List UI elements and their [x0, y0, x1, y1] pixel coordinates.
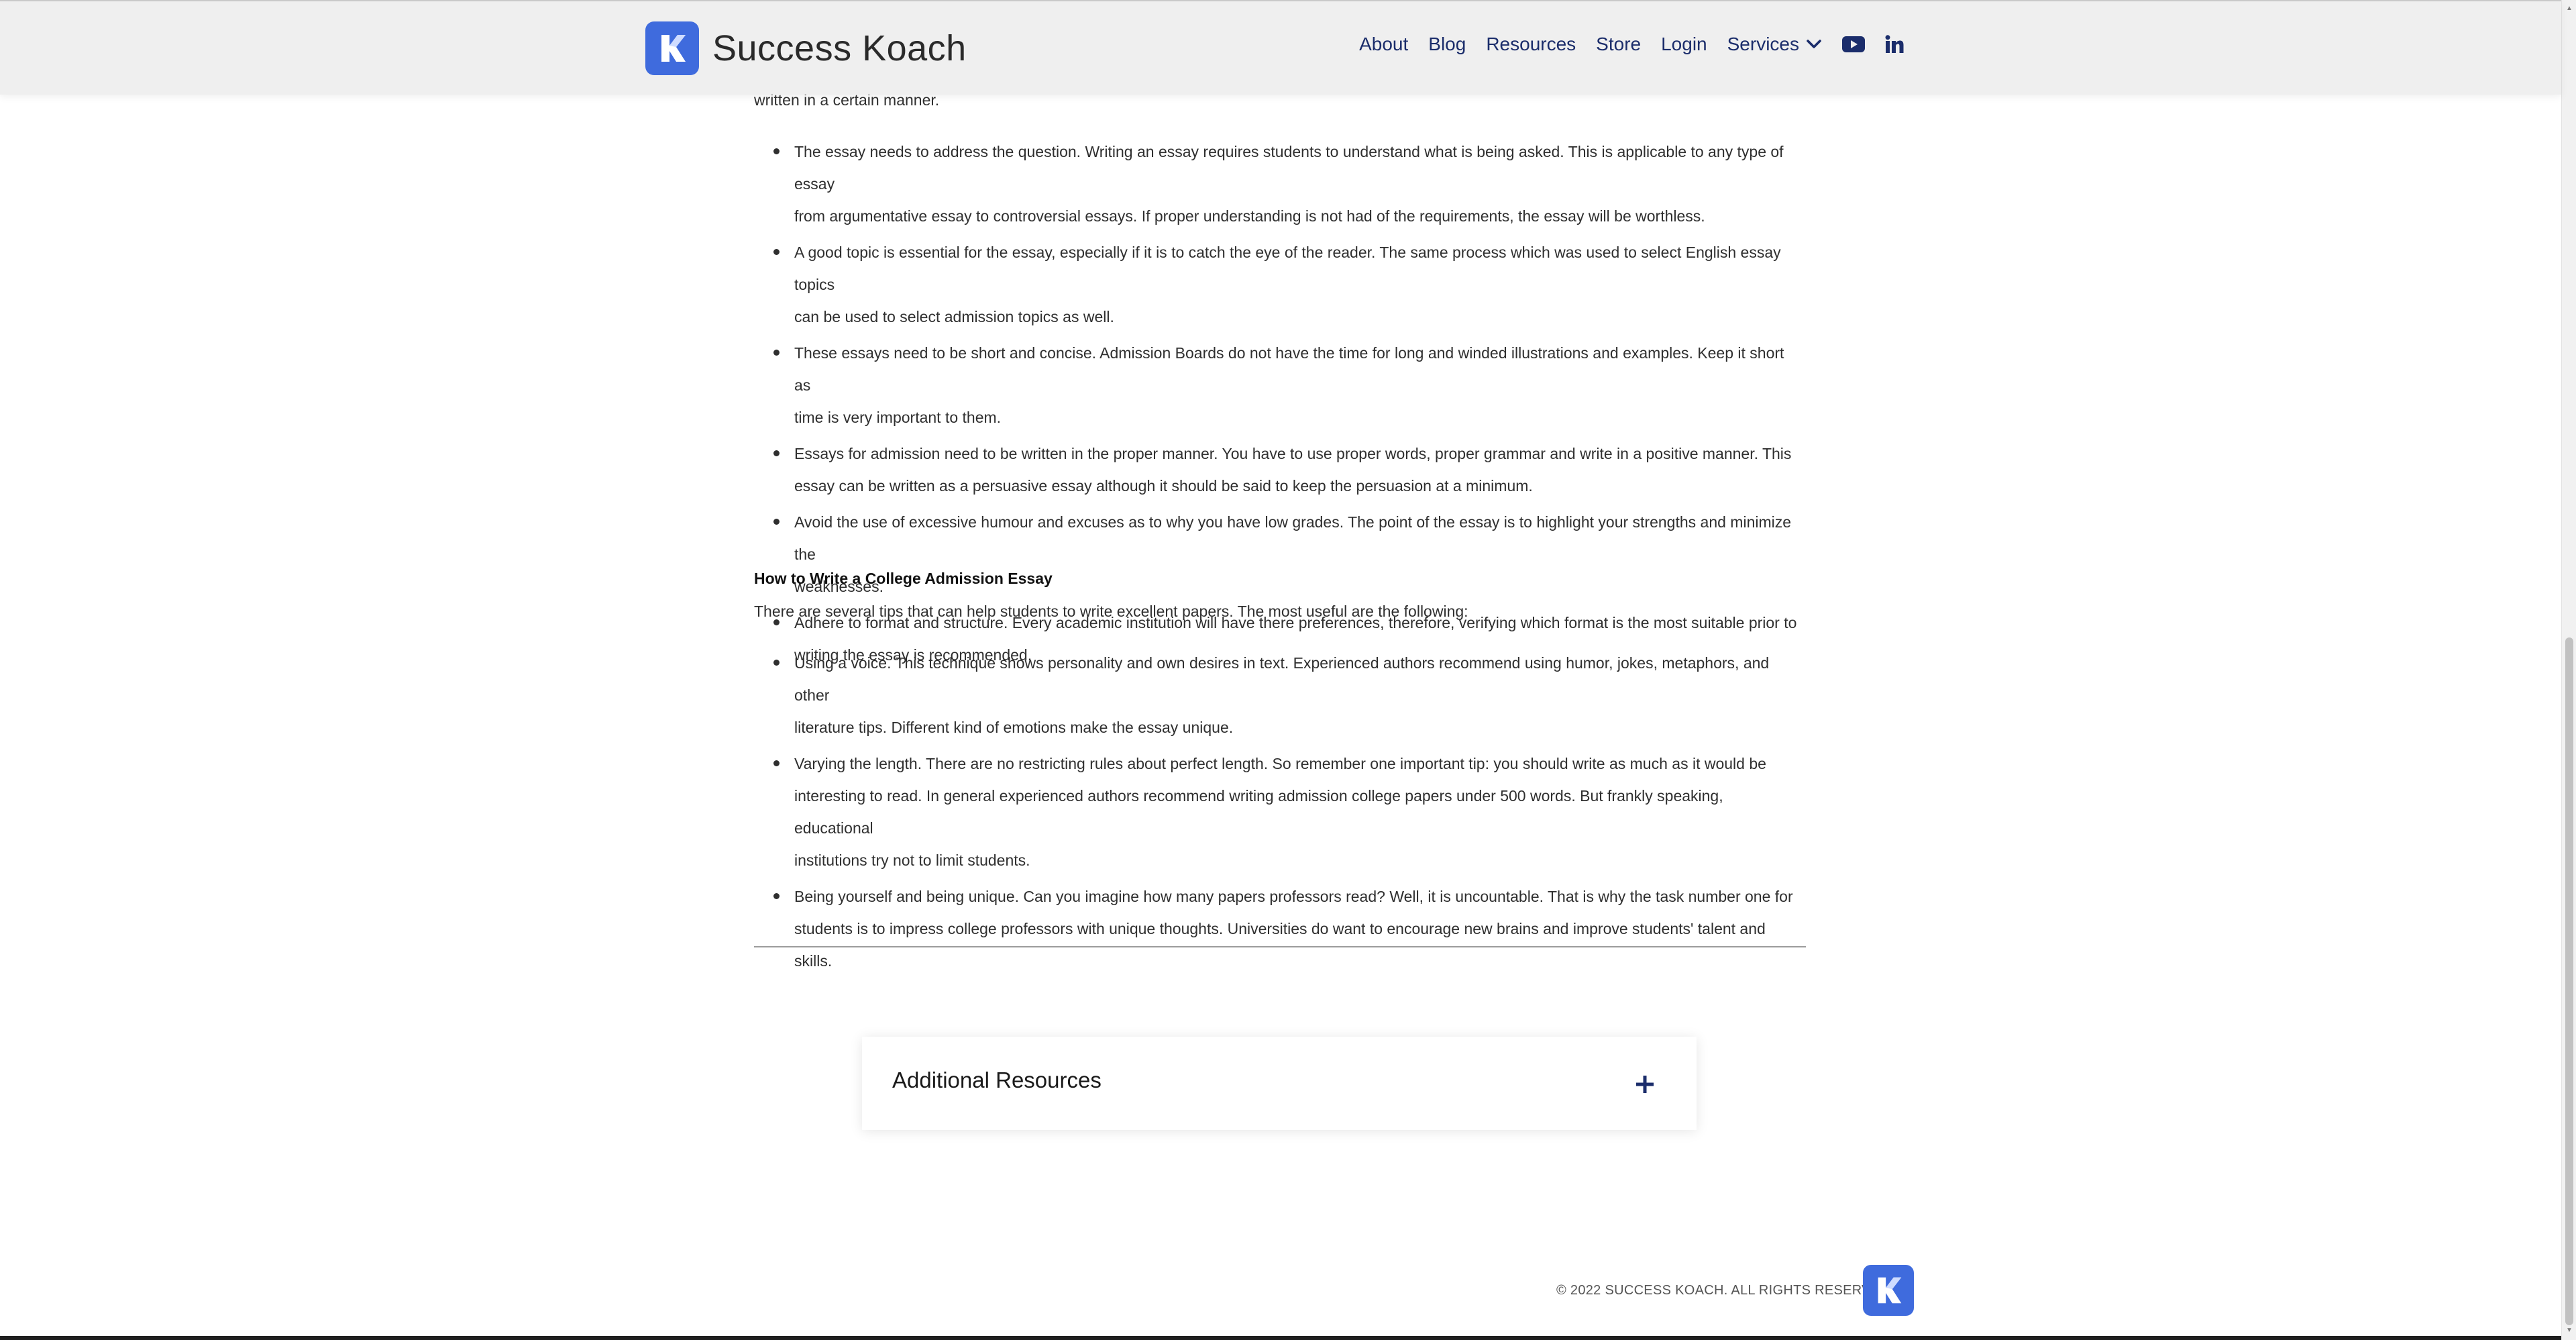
main-nav: About Blog Resources Store Login Service… — [1339, 34, 1904, 55]
nav-about[interactable]: About — [1359, 34, 1408, 55]
youtube-icon[interactable] — [1842, 36, 1865, 52]
list-item-line: Varying the length. There are no restric… — [794, 755, 1766, 772]
bullet-icon — [773, 450, 780, 456]
bullet-icon — [773, 893, 780, 899]
bullet-icon — [773, 249, 780, 255]
list-item: Essays for admission need to be written … — [754, 437, 1801, 502]
list-item-line: literature tips. Different kind of emoti… — [794, 719, 1234, 736]
content-divider — [754, 946, 1806, 947]
nav-services-dropdown[interactable]: Services — [1727, 34, 1822, 55]
list-item-line: These essays need to be short and concis… — [794, 344, 1784, 394]
section-intro: There are several tips that can help stu… — [754, 603, 1468, 620]
list-item-line: from argumentative essay to controversia… — [794, 207, 1705, 225]
section-heading: How to Write a College Admission Essay — [754, 570, 1053, 587]
list-item: A good topic is essential for the essay,… — [754, 236, 1801, 333]
bullet-icon — [773, 148, 780, 154]
list-item-line: time is very important to them. — [794, 409, 1002, 426]
list-item-line: interesting to read. In general experien… — [794, 787, 1723, 837]
scroll-down-icon[interactable]: ▼ — [2562, 1323, 2576, 1337]
k-logo-icon[interactable] — [1863, 1265, 1914, 1316]
copyright-text: © 2022 SUCCESS KOACH. ALL RIGHTS RESERVE… — [1556, 1283, 1894, 1298]
admission-essay-tips-list: The essay needs to address the question.… — [754, 136, 1801, 675]
list-item-line: A good topic is essential for the essay,… — [794, 244, 1781, 293]
chevron-down-icon — [1806, 39, 1822, 50]
list-item-line: The essay needs to address the question.… — [794, 143, 1784, 193]
nav-blog[interactable]: Blog — [1428, 34, 1466, 55]
brand-link[interactable]: Success Koach — [645, 21, 967, 75]
list-item: The essay needs to address the question.… — [754, 136, 1801, 232]
site-header: Success Koach About Blog Resources Store… — [0, 0, 2561, 95]
list-item: These essays need to be short and concis… — [754, 337, 1801, 433]
nav-login[interactable]: Login — [1661, 34, 1707, 55]
list-item-line: institutions try not to limit students. — [794, 852, 1030, 869]
bullet-icon — [773, 350, 780, 356]
list-item-line: essay can be written as a persuasive ess… — [794, 477, 1533, 495]
nav-resources[interactable]: Resources — [1486, 34, 1576, 55]
list-item: Varying the length. There are no restric… — [754, 748, 1801, 876]
nav-store[interactable]: Store — [1596, 34, 1641, 55]
list-item-line: Avoid the use of excessive humour and ex… — [794, 513, 1792, 563]
list-item-line: can be used to select admission topics a… — [794, 308, 1114, 325]
bullet-icon — [773, 760, 780, 766]
accordion-title: Additional Resources — [892, 1068, 1102, 1092]
scroll-up-icon[interactable]: ▲ — [2562, 1, 2576, 15]
list-item-line: Using a voice. This technique shows pers… — [794, 654, 1770, 704]
writing-tips-list: Using a voice. This technique shows pers… — [754, 647, 1801, 981]
taskbar-edge — [0, 1336, 2561, 1340]
list-item-line: Being yourself and being unique. Can you… — [794, 888, 1793, 905]
list-item-line: students is to impress college professor… — [794, 920, 1766, 970]
list-item: Being yourself and being unique. Can you… — [754, 880, 1801, 977]
nav-services-label: Services — [1727, 34, 1799, 54]
page-scrollbar[interactable]: ▲ ▼ — [2561, 0, 2576, 1340]
brand-name: Success Koach — [712, 28, 967, 68]
bullet-icon — [773, 660, 780, 666]
plus-icon[interactable] — [1635, 1074, 1655, 1098]
list-item-line: Essays for admission need to be written … — [794, 445, 1792, 462]
linkedin-icon[interactable] — [1885, 35, 1904, 54]
additional-resources-accordion[interactable]: Additional Resources — [862, 1037, 1697, 1130]
scrollbar-thumb[interactable] — [2565, 637, 2573, 1325]
list-item: Using a voice. This technique shows pers… — [754, 647, 1801, 743]
bullet-icon — [773, 519, 780, 525]
k-logo-icon — [645, 21, 699, 75]
